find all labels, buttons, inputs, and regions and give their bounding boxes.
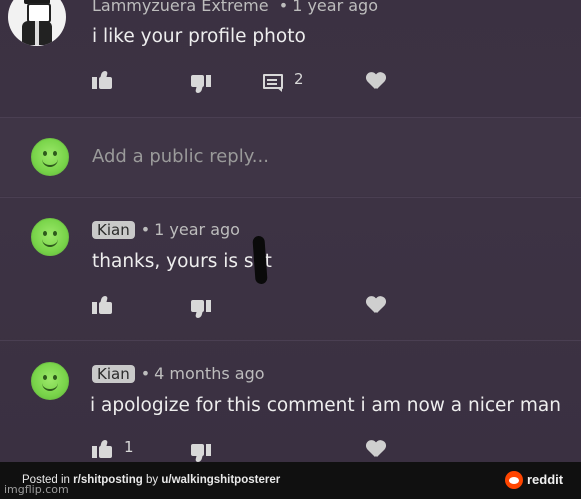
- reply-time[interactable]: 1 year ago: [154, 220, 240, 239]
- posted-by: by: [142, 474, 162, 486]
- subreddit-link[interactable]: r/shitposting: [73, 474, 143, 486]
- reply-input[interactable]: Add a public reply...: [92, 146, 269, 167]
- heart-icon[interactable]: [366, 296, 386, 314]
- heart-icon[interactable]: [366, 440, 386, 458]
- reply-box-band: [0, 118, 581, 196]
- imgflip-watermark: imgflip.com: [4, 483, 69, 496]
- avatar[interactable]: [31, 218, 69, 256]
- reddit-footer: Posted in r/shitposting by u/walkingshit…: [0, 462, 581, 499]
- reply-meta: Kian • 1 year ago: [92, 220, 240, 239]
- comment-text: i like your profile photo: [92, 26, 306, 47]
- author-badge[interactable]: Kian: [92, 365, 135, 383]
- reply-meta: Kian • 4 months ago: [92, 364, 265, 383]
- divider: [0, 117, 581, 118]
- heart-icon[interactable]: [366, 72, 386, 90]
- comment-author[interactable]: Lammyzuera Extreme: [92, 0, 269, 15]
- reddit-logo-icon[interactable]: [505, 471, 523, 489]
- author-badge[interactable]: Kian: [92, 221, 135, 239]
- divider: [0, 197, 581, 198]
- reddit-wordmark[interactable]: reddit: [527, 472, 563, 487]
- thumb-up-icon[interactable]: [92, 71, 114, 89]
- like-count: 1: [124, 438, 134, 456]
- comment-meta: Lammyzuera Extreme • 1 year ago: [92, 0, 378, 15]
- censor-mark: [252, 235, 268, 285]
- comment-thread: Lammyzuera Extreme • 1 year ago i like yo…: [0, 0, 581, 462]
- avatar[interactable]: [8, 0, 66, 46]
- reply-time[interactable]: 4 months ago: [154, 364, 264, 383]
- thumb-down-icon[interactable]: [191, 75, 213, 93]
- divider: [0, 340, 581, 341]
- thumb-up-icon[interactable]: [92, 440, 114, 458]
- user-link[interactable]: u/walkingshitposterer: [161, 474, 280, 486]
- comment-time[interactable]: 1 year ago: [292, 0, 378, 15]
- thumb-down-icon[interactable]: [191, 444, 213, 462]
- reply-text: thanks, yours is s it: [92, 251, 272, 272]
- avatar: [31, 138, 69, 176]
- reply-count[interactable]: 2: [294, 70, 304, 88]
- reply-icon[interactable]: [263, 74, 283, 92]
- reply-text: i apologize for this comment i am now a …: [90, 395, 561, 416]
- thumb-down-icon[interactable]: [191, 300, 213, 318]
- thumb-up-icon[interactable]: [92, 296, 114, 314]
- avatar[interactable]: [31, 362, 69, 400]
